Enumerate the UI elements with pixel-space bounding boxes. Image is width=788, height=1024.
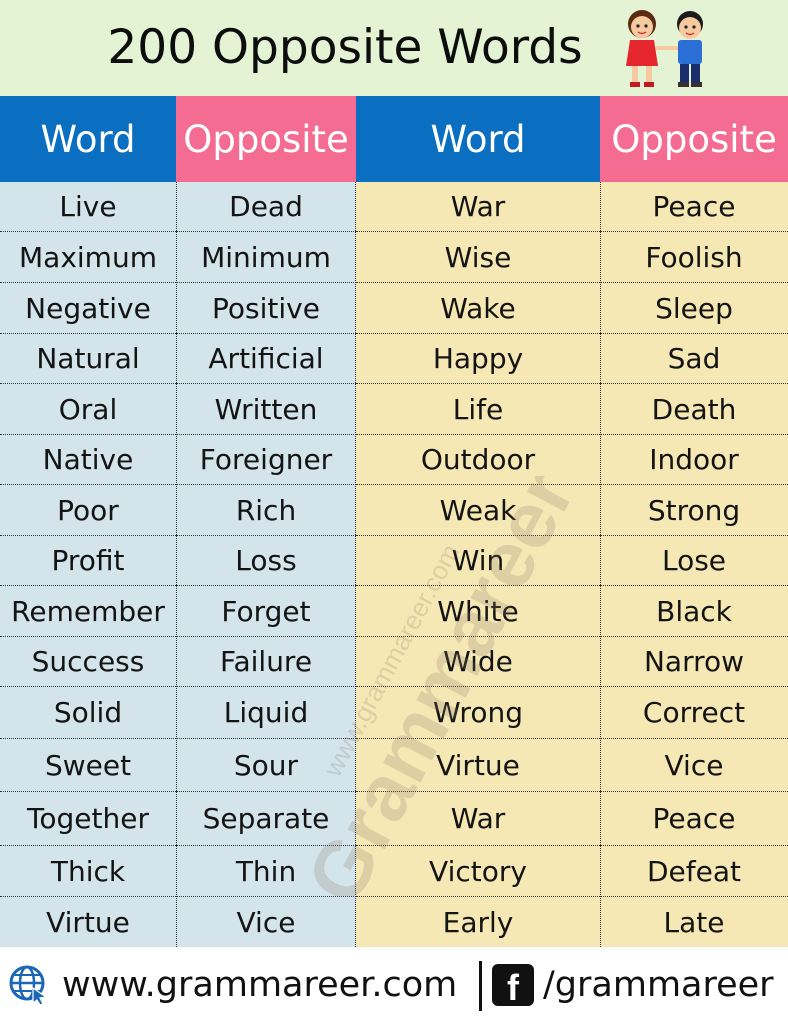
opposite-cell: Lose — [600, 536, 788, 586]
word-cell: Remember — [0, 586, 176, 637]
column-body-word-left: Live Maximum Negative Natural Oral Native Poor… — [0, 182, 176, 947]
opposite-words-table: Word Live Maximum Negative Natural Oral Nativ… — [0, 96, 788, 947]
opposite-cell: Peace — [600, 182, 788, 232]
header-opposite-left: Opposite — [176, 96, 356, 182]
opposite-cell: Separate — [176, 792, 356, 846]
word-cell: Wake — [356, 283, 600, 334]
opposite-cell: Vice — [236, 905, 296, 939]
opposite-cell: Thin — [176, 846, 356, 897]
opposite-cell: Indoor — [600, 435, 788, 485]
footer: www.grammareer.com f /grammareer — [0, 947, 788, 1024]
opposite-cell: Written — [176, 384, 356, 435]
word-cell: Virtue — [46, 905, 130, 939]
word-cell: White — [356, 586, 600, 637]
header-word-left: Word — [0, 96, 176, 182]
word-cell: Early — [442, 905, 514, 939]
header-word-right: Word — [356, 96, 600, 182]
word-cell: Negative — [0, 283, 176, 334]
opposite-cell: Positive — [176, 283, 356, 334]
word-cell: Profit — [0, 536, 176, 586]
word-cell: Wide — [356, 637, 600, 687]
facebook-icon[interactable]: f — [492, 964, 534, 1008]
column-divider — [600, 182, 601, 947]
opposite-cell: Sour — [176, 739, 356, 792]
word-cell: Natural — [0, 334, 176, 384]
opposite-cell: Peace — [600, 792, 788, 846]
word-cell: Success — [0, 637, 176, 687]
facebook-handle-link[interactable]: /grammareer — [543, 957, 774, 1013]
opposite-cell: Loss — [176, 536, 356, 586]
website-link[interactable]: www.grammareer.com — [62, 957, 457, 1013]
word-cell: Victory — [356, 846, 600, 897]
word-cell: Wise — [356, 232, 600, 283]
word-cell: War — [356, 182, 600, 232]
word-cell: Life — [356, 384, 600, 435]
opposite-cell: Correct — [600, 687, 788, 739]
word-cell: Happy — [356, 334, 600, 384]
column-word-left: Word Live Maximum Negative Natural Oral Nativ… — [0, 96, 176, 947]
opposite-cell: Foolish — [600, 232, 788, 283]
opposite-cell: Sad — [600, 334, 788, 384]
opposite-cell: Dead — [176, 182, 356, 232]
word-cell: Native — [0, 435, 176, 485]
word-cell: Win — [356, 536, 600, 586]
header-opposite-right: Opposite — [600, 96, 788, 182]
word-cell: War — [356, 792, 600, 846]
opposite-cell: Vice — [600, 739, 788, 792]
column-body-opposite-right: Peace Foolish Sleep Sad Death Indoor Strong Los… — [600, 182, 788, 947]
word-cell: Thick — [0, 846, 176, 897]
opposite-cell: Defeat — [600, 846, 788, 897]
opposite-cell: Failure — [176, 637, 356, 687]
opposite-cell: Strong — [600, 485, 788, 536]
word-cell: Wrong — [356, 687, 600, 739]
word-cell: Live — [0, 182, 176, 232]
opposite-cell: Artificial — [176, 334, 356, 384]
kids-illustration-icon — [626, 10, 703, 87]
opposite-cell: Minimum — [176, 232, 356, 283]
column-opposite-left: Opposite Dead Minimum Positive Artificial Wr… — [176, 96, 356, 947]
globe-cursor-icon — [9, 965, 48, 1006]
word-cell: Solid — [0, 687, 176, 739]
column-body-opposite-left: Dead Minimum Positive Artificial Written Fore… — [176, 182, 356, 947]
opposite-cell: Foreigner — [176, 435, 356, 485]
opposite-cell: Liquid — [176, 687, 356, 739]
opposite-cell: Rich — [176, 485, 356, 536]
word-cell: Maximum — [0, 232, 176, 283]
column-body-word-right: War Wise Wake Happy Life Outdoor Weak Win White W… — [356, 182, 600, 947]
opposite-cell: Black — [600, 586, 788, 637]
word-cell: Poor — [0, 485, 176, 536]
opposite-cell: Late — [663, 905, 725, 939]
column-opposite-right: Opposite Peace Foolish Sleep Sad Death Indoor… — [600, 96, 788, 947]
word-cell: Outdoor — [356, 435, 600, 485]
word-cell: Oral — [0, 384, 176, 435]
word-cell: Weak — [356, 485, 600, 536]
opposite-cell: Sleep — [600, 283, 788, 334]
word-cell: Together — [0, 792, 176, 846]
column-divider — [355, 182, 356, 947]
opposite-cell: Forget — [176, 586, 356, 637]
column-word-right: Word War Wise Wake Happy Life Outdoor Weak Win W… — [356, 96, 600, 947]
page-title: 200 Opposite Words — [107, 20, 583, 75]
footer-divider — [479, 961, 482, 1011]
title-band: 200 Opposite Words — [0, 0, 788, 96]
column-divider — [176, 182, 177, 947]
opposite-cell: Narrow — [600, 637, 788, 687]
word-cell: Virtue — [356, 739, 600, 792]
word-cell: Sweet — [0, 739, 176, 792]
opposite-cell: Death — [600, 384, 788, 435]
